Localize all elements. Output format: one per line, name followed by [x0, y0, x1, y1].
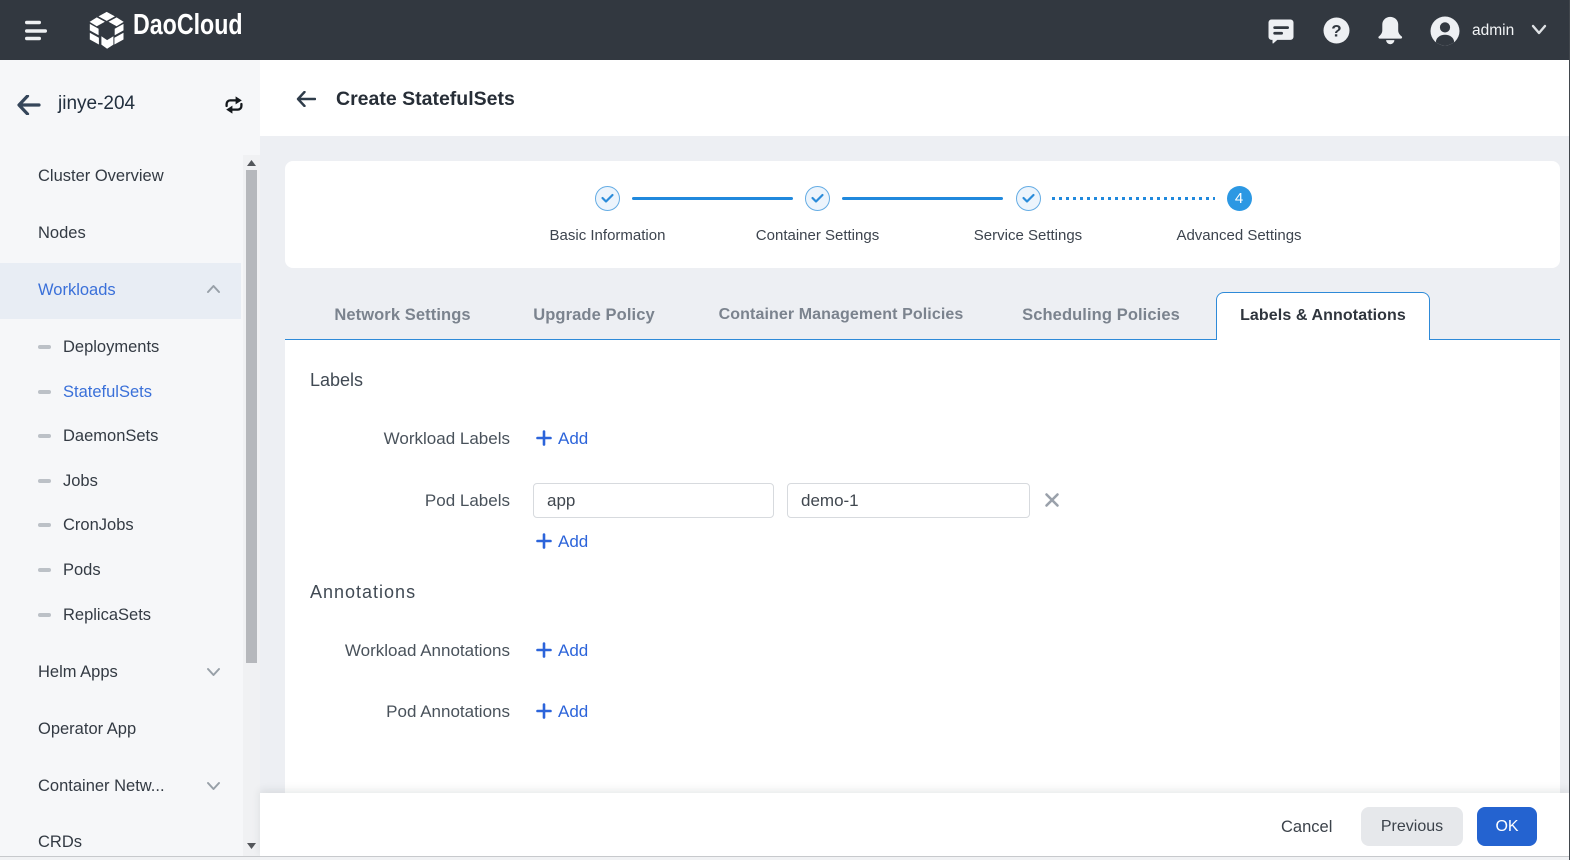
svg-text:?: ? — [1331, 22, 1341, 41]
